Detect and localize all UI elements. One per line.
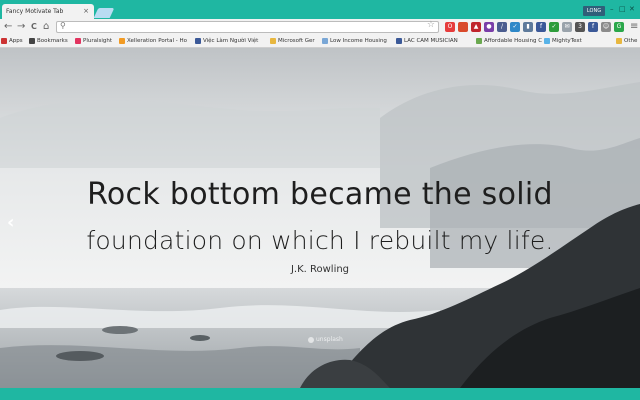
bookmark-folder[interactable]: Microsoft Ger: [270, 36, 315, 47]
photo-credit-label: unsplash: [316, 336, 343, 343]
bookmark-label: Affordable Housing C: [484, 38, 543, 44]
bookmark-label: Othe: [624, 38, 638, 44]
eyedropper-icon[interactable]: /: [497, 22, 507, 32]
bookmark-label: Bookmarks: [37, 38, 68, 44]
bookmark-mightytext[interactable]: MightyText: [544, 36, 582, 47]
tab-title: Fancy Motivate Tab: [6, 8, 64, 15]
green-check-icon[interactable]: ✓: [549, 22, 559, 32]
folder2-icon: [616, 37, 622, 44]
profile-button[interactable]: LONG: [583, 6, 605, 16]
xelleration-icon: [119, 37, 125, 44]
toolbar: ← → C ⌂ ⚲ ☆ O ▲ ● / ✓ ▮ f ✓ ✉ 3 f ☺ G ≡: [0, 19, 640, 35]
quote-line-1: Rock bottom became the solid: [87, 177, 553, 212]
bookmark-label: Việc Làm Người Việt: [203, 38, 259, 44]
check-badge-icon[interactable]: ✓: [510, 22, 520, 32]
pluralsight-icon: [75, 37, 81, 44]
tab-strip: Fancy Motivate Tab × LONG – □ ✕: [0, 0, 640, 19]
lih-icon: [322, 37, 328, 44]
home-icon[interactable]: ⌂: [43, 20, 49, 34]
maximize-icon[interactable]: □: [619, 5, 626, 13]
bookmark-apps[interactable]: Apps: [1, 36, 23, 47]
browser-tab[interactable]: Fancy Motivate Tab ×: [2, 4, 94, 19]
bookmark-label: Apps: [9, 38, 23, 44]
tab-close-icon[interactable]: ×: [83, 7, 89, 15]
bookmark-label: Low Income Housing: [330, 38, 387, 44]
previous-quote-chevron-left-icon[interactable]: ‹: [7, 212, 14, 233]
new-tab-button[interactable]: [93, 8, 115, 18]
bookmark-facebook-bm[interactable]: Việc Làm Người Việt: [195, 36, 258, 47]
bookmark-star[interactable]: Bookmarks: [29, 36, 68, 47]
mightytext-icon: [544, 37, 550, 44]
bookmark-star-icon[interactable]: ☆: [427, 20, 435, 30]
facebook2-icon[interactable]: f: [588, 22, 598, 32]
quote-author: J.K. Rowling: [290, 264, 350, 275]
bookmark-leaf[interactable]: Affordable Housing C: [476, 36, 542, 47]
smile-icon[interactable]: ☺: [601, 22, 611, 32]
close-window-icon[interactable]: ✕: [629, 5, 635, 13]
square-red-icon[interactable]: [458, 22, 468, 32]
palette-icon[interactable]: ●: [484, 22, 494, 32]
quote-line-2: foundation on which I rebuilt my life.: [86, 226, 554, 255]
quote-text: Rock bottom became the solid foundation …: [0, 172, 640, 264]
photo-credit-link[interactable]: unsplash: [308, 336, 343, 343]
menu-icon[interactable]: ≡: [630, 20, 638, 34]
facebook-bm2-icon: [396, 37, 402, 44]
forward-icon[interactable]: →: [17, 20, 25, 34]
leaf-icon: [476, 37, 482, 44]
facebook-bm-icon: [195, 37, 201, 44]
new-tab-page: Rock bottom became the solid foundation …: [0, 48, 640, 388]
car-icon[interactable]: ▲: [471, 22, 481, 32]
bookmark-pluralsight[interactable]: Pluralsight: [75, 36, 112, 47]
bookmark-label: Microsoft Ger: [278, 38, 315, 44]
bookmark-facebook-bm2[interactable]: LAC CAM MUSICIAN: [396, 36, 458, 47]
reload-icon[interactable]: C: [31, 20, 37, 34]
opera-icon[interactable]: O: [445, 22, 455, 32]
folder-icon: [270, 37, 276, 44]
facebook-icon[interactable]: f: [536, 22, 546, 32]
star-icon: [29, 37, 35, 44]
apps-icon: [1, 37, 7, 44]
bookmark-lih[interactable]: Low Income Housing: [322, 36, 387, 47]
mail-icon[interactable]: ✉: [562, 22, 572, 32]
bookmark-label: Pluralsight: [83, 38, 113, 44]
minimize-icon[interactable]: –: [610, 5, 614, 13]
bookmarks-bar: Apps Bookmarks Pluralsight Xelleration Port…: [0, 35, 640, 48]
search-icon: ⚲: [60, 21, 66, 30]
bookmark-label: MightyText: [552, 38, 582, 44]
grammarly-icon[interactable]: G: [614, 22, 624, 32]
camera-icon: [308, 336, 314, 343]
bookmark-xelleration[interactable]: Xelleration Portal - Ho: [119, 36, 187, 47]
bookmark-folder2[interactable]: Othe: [616, 36, 637, 47]
pushbullet-icon[interactable]: ▮: [523, 22, 533, 32]
bottom-bar: [0, 388, 640, 400]
dictionary-icon[interactable]: 3: [575, 22, 585, 32]
back-icon[interactable]: ←: [4, 20, 12, 34]
address-bar[interactable]: ⚲ ☆: [56, 20, 439, 33]
bookmark-label: LAC CAM MUSICIAN: [404, 38, 458, 44]
bookmark-label: Xelleration Portal - Ho: [127, 38, 188, 44]
